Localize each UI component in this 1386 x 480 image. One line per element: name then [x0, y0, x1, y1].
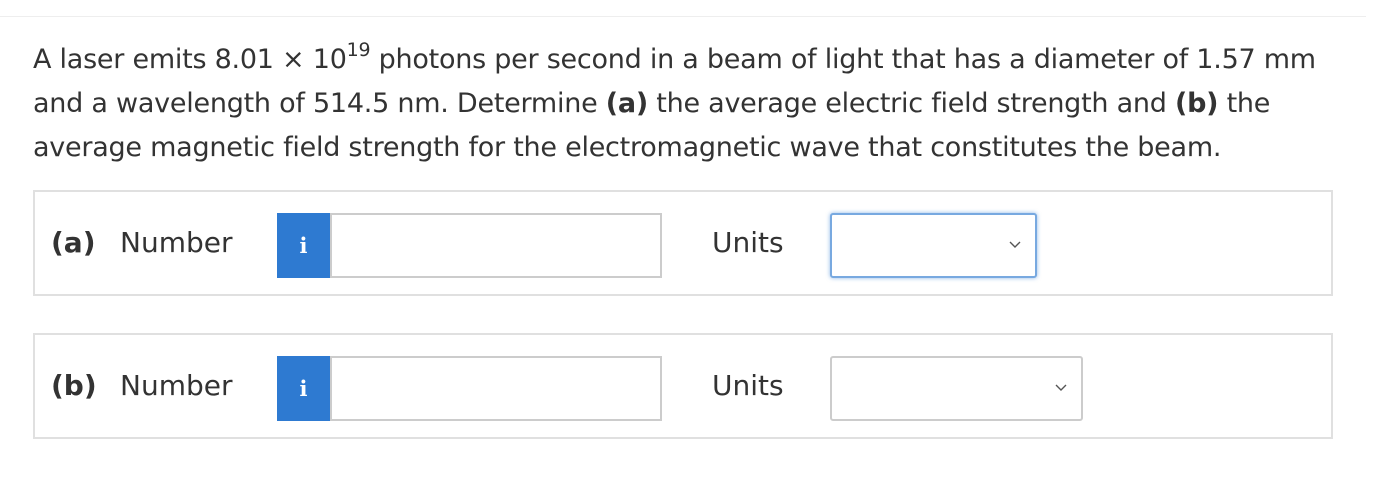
- units-label-b: Units: [712, 369, 784, 402]
- number-label-a: Number: [120, 226, 233, 259]
- answer-row-a: (a) Number i Units: [33, 190, 1333, 296]
- question-text: A laser emits 8.01 × 1019 photons per se…: [33, 38, 1363, 170]
- chevron-down-icon: [1009, 241, 1021, 248]
- info-icon[interactable]: i: [277, 213, 330, 278]
- question-part-a-text: the average electric field strength and: [647, 88, 1175, 119]
- number-input-b[interactable]: [330, 356, 662, 421]
- number-label-b: Number: [120, 369, 233, 402]
- question-part-b-marker: (b): [1175, 88, 1219, 119]
- info-icon[interactable]: i: [277, 356, 330, 421]
- question-part-a-marker: (a): [605, 88, 648, 119]
- number-input-a[interactable]: [330, 213, 662, 278]
- question-intro: A laser emits 8.01 × 10: [33, 44, 347, 75]
- units-select-b[interactable]: [830, 356, 1083, 421]
- chevron-down-icon: [1055, 384, 1067, 391]
- question-exponent: 19: [346, 39, 371, 61]
- part-label-b: (b): [51, 369, 97, 402]
- top-divider: [0, 16, 1366, 17]
- answer-row-b: (b) Number i Units: [33, 333, 1333, 439]
- info-icon-glyph: i: [299, 376, 308, 401]
- info-icon-glyph: i: [299, 233, 308, 258]
- units-select-a[interactable]: [830, 213, 1037, 278]
- units-label-a: Units: [712, 226, 784, 259]
- part-label-a: (a): [51, 226, 96, 259]
